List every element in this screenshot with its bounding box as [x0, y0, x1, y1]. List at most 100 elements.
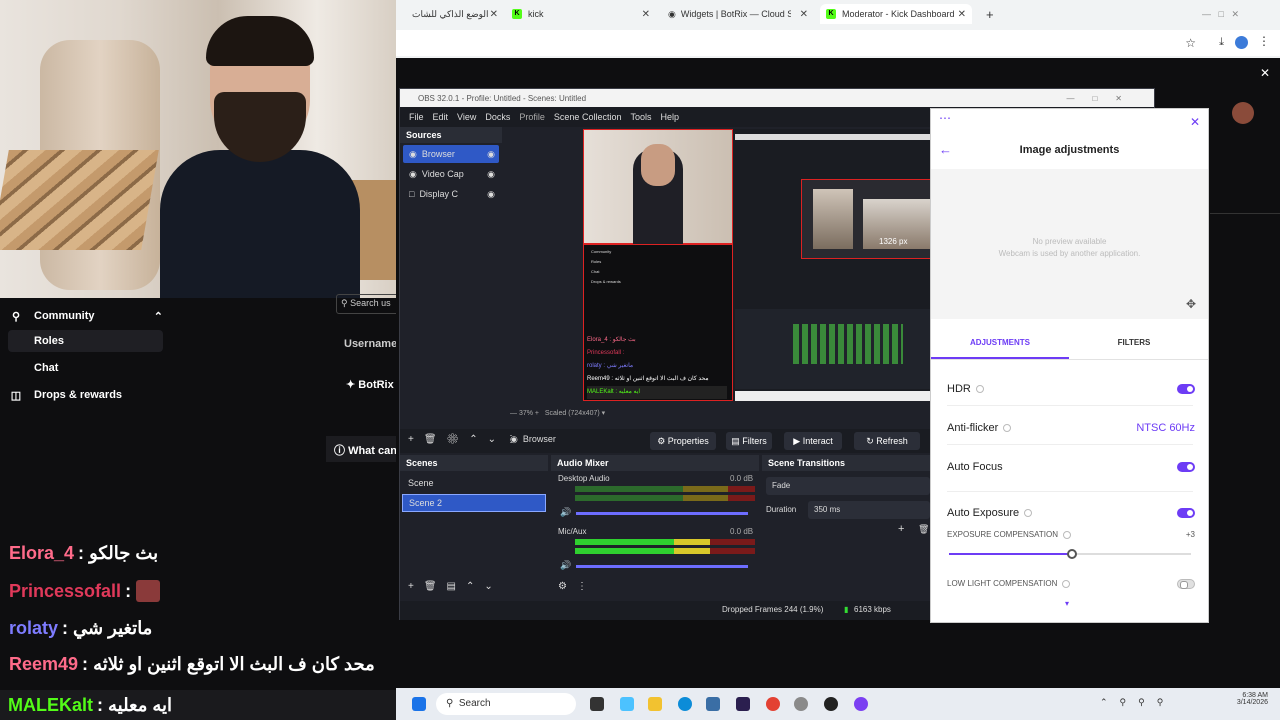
zoom-bar[interactable]: — 37% + Scaled (724x407) ▾ [510, 409, 605, 417]
autofocus-toggle[interactable] [1177, 462, 1195, 472]
duration-input[interactable]: 350 ms [808, 501, 930, 519]
transition-select[interactable]: Fade [766, 477, 930, 495]
visibility-eye-icon[interactable]: ◉ [487, 149, 495, 160]
visibility-eye-icon[interactable]: ◉ [487, 189, 495, 200]
tab-filters[interactable]: FILTERS [1069, 338, 1199, 347]
edge-icon[interactable] [678, 697, 692, 711]
hdr-toggle[interactable] [1177, 384, 1195, 394]
speaker-icon[interactable]: 🔊 [560, 507, 571, 518]
app-icon[interactable] [736, 697, 750, 711]
system-tray-icons[interactable]: ⌃⚲⚲⚲ [1100, 697, 1175, 708]
close-tab-icon[interactable]: ✕ [642, 9, 650, 20]
mic-meter [575, 539, 755, 545]
filters-button[interactable]: ▤ Filters [726, 432, 772, 450]
mic-volume-slider[interactable] [576, 565, 748, 568]
sidebar-item-chat[interactable]: Chat [8, 357, 163, 379]
chat-message: Princessofall : [9, 580, 161, 602]
browser-tab[interactable]: ◉Widgets | BotRix — Cloud Strea✕ [662, 4, 814, 24]
sidebar-item-community[interactable]: ⚲ Community ⌃ [8, 305, 163, 327]
address-bar[interactable]: ☆ ⤓ ⋮ [396, 30, 1280, 56]
scene-item-selected[interactable]: Scene 2 [402, 494, 546, 512]
chrome-icon[interactable] [766, 697, 780, 711]
menu-view[interactable]: View [457, 112, 476, 122]
lowlight-toggle[interactable] [1177, 578, 1195, 589]
browser-source-label: ◉ Browser [510, 434, 556, 444]
chevron-up-icon[interactable]: ⌃ [154, 310, 163, 323]
tab-adjustments[interactable]: ADJUSTMENTS [931, 338, 1069, 347]
scroll-down-icon[interactable]: ▾ [1065, 599, 1069, 608]
menu-file[interactable]: File [409, 112, 424, 122]
webcam-in-use-text: Webcam is used by another application. [998, 249, 1141, 258]
task-view-icon[interactable] [590, 697, 604, 711]
antiflicker-select[interactable]: NTSC 60Hz [1136, 422, 1195, 434]
menu-scene-collection[interactable]: Scene Collection [554, 112, 622, 122]
taskbar-search[interactable]: ⚲ Search [436, 693, 576, 715]
menu-tools[interactable]: Tools [630, 112, 651, 122]
gift-icon: ◫ [10, 389, 22, 402]
info-icon[interactable] [1062, 579, 1071, 588]
username-header: Username [344, 338, 398, 350]
close-tab-icon[interactable]: ✕ [800, 9, 808, 20]
close-icon[interactable]: ✕ [1190, 115, 1200, 129]
menu-docks[interactable]: Docks [485, 112, 510, 122]
store-icon[interactable] [706, 697, 720, 711]
add-transition-button[interactable]: + [898, 523, 904, 535]
settings-icon[interactable] [794, 697, 808, 711]
visibility-eye-icon[interactable]: ◉ [487, 169, 495, 180]
search-input[interactable]: ⚲ Search us [336, 294, 400, 314]
info-icon[interactable] [1003, 424, 1012, 432]
scene-controls[interactable]: +🗑▤⌃⌄ [408, 581, 503, 592]
more-options-icon[interactable]: ⋯ [939, 111, 951, 125]
speaker-icon[interactable]: 🔊 [560, 560, 571, 571]
browser-tab[interactable]: Kkick ✕ [506, 4, 656, 24]
obs-icon[interactable] [824, 697, 838, 711]
exposure-slider[interactable] [949, 549, 1191, 559]
menu-edit[interactable]: Edit [433, 112, 449, 122]
chat-text: محد كان ف البث الا اتوقع اثنين او ثلاثه [93, 654, 375, 674]
refresh-button[interactable]: ↻ Refresh [854, 432, 920, 450]
chat-message: Reem49 : محد كان ف البث الا اتوقع اثنين … [9, 654, 375, 674]
browser-tab-active[interactable]: K Moderator - Kick Dashboard ✕ [820, 4, 972, 24]
windows-start-icon[interactable] [412, 697, 426, 711]
file-explorer-icon[interactable] [648, 697, 662, 711]
source-item[interactable]: ◉ Browser ◉ [403, 145, 499, 163]
info-icon[interactable] [1024, 509, 1033, 517]
bot-entry[interactable]: ✦ BotRix [346, 378, 394, 391]
info-icon[interactable] [1062, 530, 1071, 539]
exposure-slider-thumb[interactable] [1067, 549, 1078, 559]
close-tab-icon[interactable]: ✕ [958, 9, 966, 20]
obs-preview[interactable]: Elora_4 : بث جالكو Princessofall : rolat… [583, 129, 931, 401]
scene-item[interactable]: Scene [402, 474, 546, 492]
desktop-volume-slider[interactable] [576, 512, 748, 515]
sidebar-item-drops[interactable]: ◫ Drops & rewards [8, 384, 163, 406]
browser-tab[interactable]: الوضع الذاكي للشات ✕ [406, 4, 504, 24]
window-controls[interactable]: —□✕ [1066, 94, 1140, 103]
mixer-controls[interactable]: ⚙⋮ [558, 581, 597, 592]
remove-transition-button[interactable]: 🗑 [918, 524, 929, 535]
bookmark-star-icon[interactable]: ☆ [1185, 36, 1196, 50]
source-item[interactable]: ◉ Video Cap ◉ [403, 165, 499, 183]
menu-icon[interactable]: ⋮ [1258, 34, 1270, 48]
source-controls[interactable]: +🗑⚙⌃⌄⋮ [408, 434, 526, 445]
window-controls[interactable]: — □ ✕ [1196, 4, 1245, 24]
autoexposure-toggle[interactable] [1177, 508, 1195, 518]
close-icon[interactable]: ✕ [1260, 66, 1270, 80]
widgets-icon[interactable] [620, 697, 634, 711]
profile-avatar[interactable] [1235, 36, 1248, 49]
move-icon[interactable]: ✥ [1186, 297, 1196, 311]
close-tab-icon[interactable]: ✕ [490, 9, 498, 20]
download-icon[interactable]: ⤓ [1219, 36, 1224, 49]
menu-profile[interactable]: Profile [519, 112, 545, 122]
clock[interactable]: 6:38 AM 3/14/2026 [1224, 692, 1268, 706]
preview-chat: Elora_4 : بث جالكو Princessofall : rolat… [587, 334, 727, 399]
menu-help[interactable]: Help [660, 112, 679, 122]
sidebar-item-roles[interactable]: Roles [8, 330, 163, 352]
properties-button[interactable]: ⚙ Properties [650, 432, 716, 450]
avatar[interactable] [1232, 102, 1254, 124]
app-icon[interactable] [854, 697, 868, 711]
new-tab-button[interactable]: + [980, 4, 1000, 24]
bitrate: 6163 kbps [854, 605, 891, 614]
info-icon[interactable] [975, 385, 984, 393]
source-item[interactable]: □ Display C ◉ [403, 185, 499, 203]
interact-button[interactable]: ▶ Interact [784, 432, 842, 450]
